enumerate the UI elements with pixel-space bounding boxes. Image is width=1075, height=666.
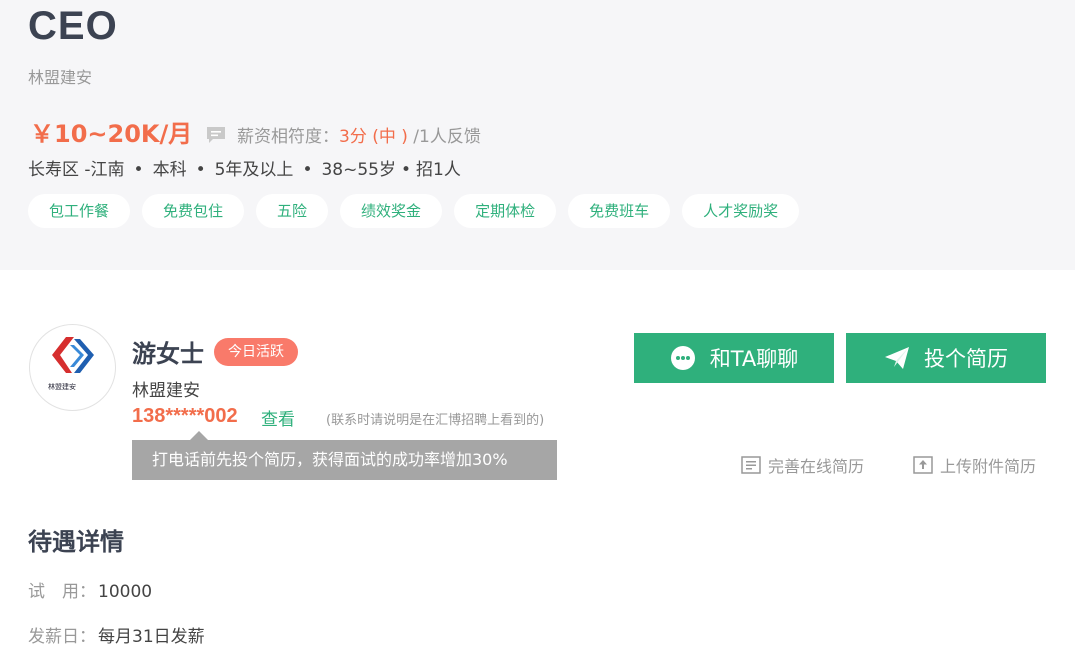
company-logo-avatar[interactable]: 林盟建安 bbox=[29, 324, 116, 411]
salary-match-feedback: /1人反馈 bbox=[413, 127, 481, 147]
benefit-row-key: 发薪日： bbox=[28, 627, 96, 647]
benefit-row-value: 10000 bbox=[98, 582, 153, 602]
salary-match-score: 3分 (中 ) bbox=[339, 127, 408, 147]
upload-resume-link[interactable]: 上传附件简历 bbox=[913, 453, 1036, 477]
benefit-tag: 五险 bbox=[256, 194, 329, 228]
job-title: CEO bbox=[28, 4, 118, 48]
chat-icon bbox=[670, 346, 695, 370]
req-experience: 5年及以上 bbox=[214, 160, 294, 180]
benefit-row-key: 试 用： bbox=[28, 582, 96, 602]
benefits-title: 待遇详情 bbox=[28, 528, 124, 556]
benefit-tag: 绩效奖金 bbox=[340, 194, 443, 228]
job-requirements: 长寿区 -江南 • 本科 • 5年及以上 • 38~55岁 • 招1人 bbox=[28, 160, 461, 180]
online-resume-label: 完善在线简历 bbox=[768, 457, 865, 476]
comment-icon[interactable] bbox=[206, 126, 226, 144]
salary: ￥10~20K/月 bbox=[30, 120, 193, 148]
apply-tooltip: 打电话前先投个简历，获得面试的成功率增加30% bbox=[132, 440, 557, 480]
benefit-tag: 包工作餐 bbox=[28, 194, 131, 228]
contact-note: (联系时请说明是在汇博招聘上看到的) bbox=[326, 413, 545, 428]
company-name[interactable]: 林盟建安 bbox=[28, 64, 92, 88]
salary-match: 薪资相符度：3分 (中 ) /1人反馈 bbox=[237, 122, 481, 147]
benefit-tag: 定期体检 bbox=[454, 194, 557, 228]
chat-button-label: 和TA聊聊 bbox=[709, 347, 799, 371]
apply-button[interactable]: 投个简历 bbox=[846, 333, 1046, 383]
company-logo-text: 林盟建安 bbox=[48, 383, 76, 391]
active-badge: 今日活跃 bbox=[214, 338, 298, 366]
req-location: 长寿区 -江南 bbox=[28, 160, 125, 180]
document-icon bbox=[741, 456, 761, 474]
upload-resume-label: 上传附件简历 bbox=[940, 457, 1037, 476]
benefit-tag: 免费包住 bbox=[142, 194, 245, 228]
send-icon bbox=[885, 347, 909, 369]
req-age: 38~55岁 bbox=[321, 160, 396, 180]
online-resume-link[interactable]: 完善在线简历 bbox=[741, 453, 864, 477]
benefit-row-probation: 试 用： 10000 bbox=[28, 577, 152, 602]
recruiter-phone: 138*****002 bbox=[132, 405, 238, 427]
benefit-row-value: 每月31日发薪 bbox=[98, 627, 205, 647]
req-education: 本科 bbox=[152, 160, 187, 180]
benefit-tag: 免费班车 bbox=[568, 194, 671, 228]
tooltip-arrow bbox=[190, 431, 208, 440]
salary-match-label: 薪资相符度： bbox=[237, 127, 339, 147]
chat-button[interactable]: 和TA聊聊 bbox=[634, 333, 834, 383]
view-phone-link[interactable]: 查看 bbox=[261, 405, 295, 430]
benefit-row-payday: 发薪日： 每月31日发薪 bbox=[28, 622, 205, 647]
upload-icon bbox=[913, 456, 933, 474]
recruiter-company: 林盟建安 bbox=[132, 381, 200, 401]
apply-button-label: 投个简历 bbox=[924, 347, 1008, 371]
recruiter-name: 游女士 bbox=[132, 340, 204, 368]
benefit-tag: 人才奖励奖 bbox=[682, 194, 800, 228]
company-logo-icon bbox=[52, 337, 94, 373]
benefit-tags: 包工作餐 免费包住 五险 绩效奖金 定期体检 免费班车 人才奖励奖 bbox=[28, 194, 800, 228]
req-headcount: 招1人 bbox=[416, 160, 461, 180]
job-header: CEO 林盟建安 ￥10~20K/月 薪资相符度：3分 (中 ) /1人反馈 长… bbox=[0, 0, 1075, 270]
